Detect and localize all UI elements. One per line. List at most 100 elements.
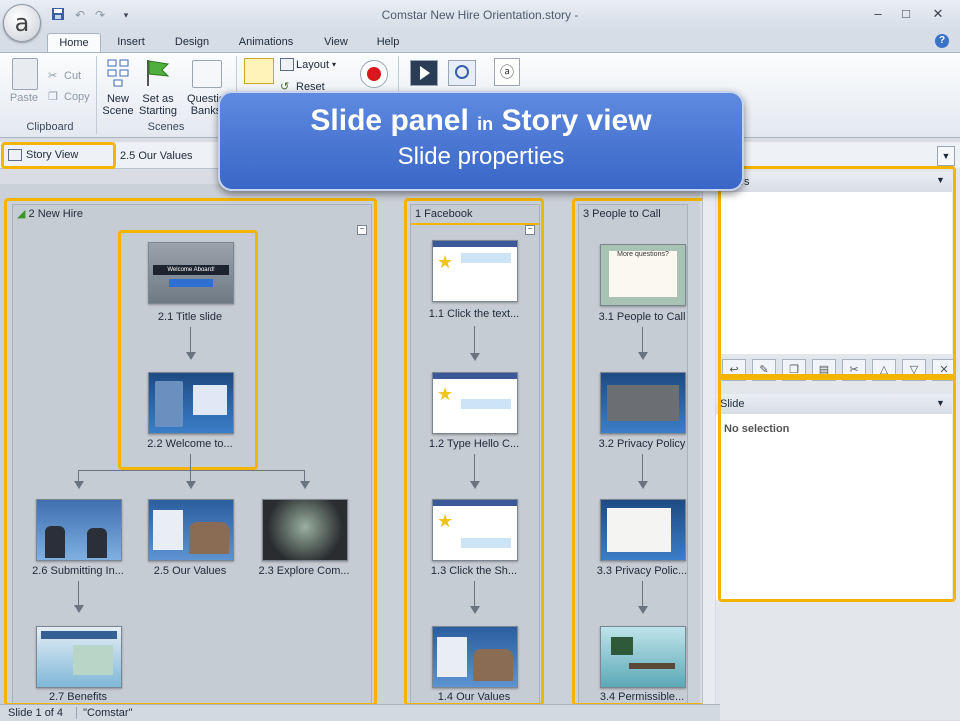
link-line [78, 470, 304, 471]
paste-icon[interactable] [12, 58, 38, 90]
record-icon [367, 67, 381, 81]
tab-home[interactable]: Home [47, 33, 101, 53]
slide-thumbnail[interactable] [600, 499, 686, 561]
new-scene-label-2: Scene [102, 105, 134, 117]
slide-thumbnail[interactable]: ★ [432, 240, 518, 302]
slide-thumbnail[interactable] [36, 626, 122, 688]
thumb-note: More questions? [609, 251, 677, 297]
slide-thumbnail[interactable] [262, 499, 348, 561]
thumb-header [433, 373, 517, 379]
thumb-header [41, 631, 117, 639]
breadcrumb-dropdown-icon[interactable]: ▼ [937, 146, 955, 166]
link-arrow [638, 352, 648, 360]
slide-label: 2.3 Explore Com... [258, 565, 350, 577]
slide-properties-highlight [718, 374, 956, 602]
slide-thumbnail[interactable] [600, 372, 686, 434]
new-slide-icon[interactable] [244, 58, 274, 84]
publish-icon[interactable]: ⓐ [494, 58, 520, 86]
status-bar: Slide 1 of 4 "Comstar" [0, 704, 720, 721]
link-arrow [470, 353, 480, 361]
link-line [642, 327, 643, 353]
canvas-scrollbar[interactable] [702, 168, 715, 704]
thumb-callout [461, 538, 511, 548]
thumb-star: ★ [437, 511, 454, 531]
slide-count: Slide 1 of 4 [8, 707, 64, 719]
link-line [642, 454, 643, 482]
story-view-highlight [1, 142, 116, 169]
set-as-starting-button[interactable]: Set as Starting [136, 93, 180, 117]
slide-label: 1.1 Click the text... [428, 308, 520, 320]
thumb-desk [629, 663, 675, 669]
link-arrow [74, 605, 84, 613]
thumb-header [433, 500, 517, 506]
layout-dropdown-icon[interactable]: ▾ [332, 59, 336, 71]
tab-animations[interactable]: Animations [230, 33, 302, 52]
thumb-panel [153, 510, 183, 550]
slide-thumbnail[interactable]: ★ [432, 372, 518, 434]
record-button[interactable] [360, 60, 388, 88]
slide-thumbnail[interactable] [432, 626, 518, 688]
thumb-figure [87, 528, 107, 558]
help-icon[interactable]: ? [935, 34, 949, 48]
link-line [474, 581, 475, 607]
triggers-panel-highlight [718, 166, 956, 380]
link-arrow [638, 481, 648, 489]
paste-button[interactable]: Paste [6, 92, 42, 104]
link-arrow [300, 481, 310, 489]
copy-button[interactable]: Copy [64, 91, 90, 103]
slide-label: 1.3 Click the Sh... [430, 565, 518, 577]
application-menu-button[interactable]: a [3, 4, 41, 42]
question-banks-icon [192, 60, 222, 88]
slides-highlight [118, 230, 258, 470]
thumb-group-photo [189, 522, 229, 554]
slide-label: 2.7 Benefits [48, 691, 108, 703]
thumb-callout [461, 399, 511, 409]
set-starting-label-1: Set as [142, 93, 174, 105]
slide-thumbnail[interactable] [36, 499, 122, 561]
zoom-preview-icon[interactable] [448, 60, 476, 86]
link-line [642, 581, 643, 607]
slide-thumbnail[interactable]: ★ [432, 499, 518, 561]
copy-icon: ❐ [48, 91, 58, 103]
new-scene-label-1: New [106, 93, 129, 105]
window-title: Comstar New Hire Orientation.story - [381, 8, 579, 22]
thumb-callout [461, 253, 511, 263]
ribbon-separator [96, 56, 97, 134]
thumb-header [433, 241, 517, 247]
thumb-panel [607, 385, 679, 421]
slide-thumbnail[interactable] [148, 499, 234, 561]
thumb-group-photo [473, 649, 513, 681]
tab-view[interactable]: View [314, 33, 358, 52]
link-line [474, 326, 475, 354]
link-arrow [74, 481, 84, 489]
app-logo-letter: a [14, 9, 30, 37]
tab-insert[interactable]: Insert [108, 33, 154, 52]
link-line [474, 454, 475, 482]
slide-label: 3.1 People to Call [598, 311, 686, 323]
slide-thumbnail[interactable] [600, 626, 686, 688]
new-scene-icon [106, 58, 130, 91]
tab-help[interactable]: Help [368, 33, 408, 52]
slide-label: 3.2 Privacy Policy [598, 438, 686, 450]
callout-subtitle: Slide properties [397, 143, 565, 170]
link-line [78, 581, 79, 605]
slide-label: 3.3 Privacy Polic... [596, 565, 688, 577]
callout-title-in: in [477, 114, 494, 134]
scenes-group-label: Scenes [147, 121, 185, 133]
callout-title: Slide panel in Story view [220, 103, 742, 142]
tab-design[interactable]: Design [166, 33, 218, 52]
close-button[interactable]: ✕ [925, 5, 951, 23]
annotation-callout: Slide panel in Story view Slide properti… [218, 91, 744, 191]
theme-name: "Comstar" [76, 707, 133, 719]
preview-icon[interactable] [410, 60, 438, 86]
layout-button[interactable]: Layout [296, 59, 329, 71]
callout-title-part-b: Story view [501, 104, 652, 137]
thumb-document [607, 508, 671, 552]
callout-title-part-a: Slide panel [310, 104, 469, 137]
cut-button[interactable]: Cut [64, 70, 81, 82]
new-scene-button[interactable]: New Scene [100, 93, 136, 117]
maximize-button[interactable]: □ [893, 5, 919, 23]
breadcrumb: 2.5 Our Values [120, 150, 193, 162]
slide-thumbnail[interactable]: More questions? [600, 244, 686, 306]
minimize-button[interactable]: – [865, 5, 891, 23]
